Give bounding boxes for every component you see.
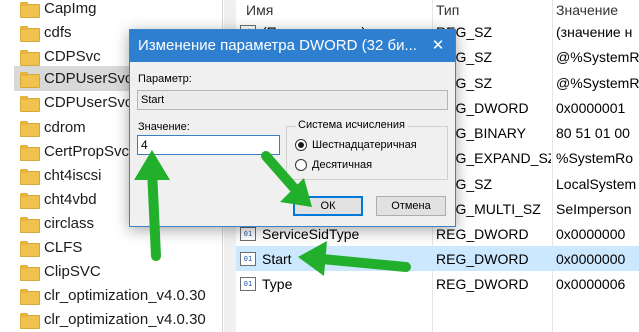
tree-item-cht4vbd[interactable]: cht4vbd — [20, 187, 97, 212]
folder-icon — [20, 312, 40, 329]
value-data: LocalSystem — [556, 175, 637, 192]
folder-icon — [20, 288, 40, 305]
value-data: 0x0000000 — [556, 250, 626, 267]
value-data: @%SystemR — [556, 74, 639, 91]
dialog-title: Изменение параметра DWORD (32 би... — [138, 37, 417, 54]
column-header-name[interactable]: Имя — [246, 0, 273, 20]
radio-unselected-icon[interactable] — [295, 159, 307, 171]
folder-icon — [20, 120, 40, 137]
value-data: %SystemRo — [556, 149, 634, 166]
registry-value-icon: 01 — [240, 226, 256, 241]
value-data: 80 51 01 00 — [556, 124, 630, 141]
folder-icon — [20, 264, 40, 281]
folder-icon — [20, 216, 40, 233]
folder-icon — [20, 168, 40, 185]
folder-icon — [20, 95, 40, 112]
value-data-input[interactable]: 4 — [137, 135, 280, 155]
radio-hex-label: Шестнадцатеричная — [312, 139, 417, 151]
column-header-type[interactable]: Тип — [436, 0, 459, 20]
folder-icon — [20, 49, 40, 66]
folder-icon — [20, 240, 40, 257]
dialog-titlebar[interactable]: Изменение параметра DWORD (32 би... ✕ — [130, 30, 455, 62]
tree-item-cdpusersvc[interactable]: CDPUserSvc — [20, 90, 132, 115]
tree-item-clipsvc[interactable]: ClipSVC — [20, 259, 101, 284]
value-data: (значение н — [556, 23, 633, 40]
registry-value-icon: 01 — [240, 251, 256, 266]
tree-item-cht4iscsi[interactable]: cht4iscsi — [20, 163, 102, 188]
close-icon[interactable]: ✕ — [427, 34, 449, 56]
value-row-start[interactable]: 01 Start REG_DWORD 0x0000000 — [236, 246, 639, 271]
folder-icon — [20, 71, 40, 88]
value-data: SeImperson — [556, 200, 632, 217]
value-type: REG_DWORD — [436, 250, 529, 267]
value-data: 0x0000006 — [556, 275, 626, 292]
value-label: Значение: — [138, 121, 190, 133]
ok-button[interactable]: ОК — [293, 196, 363, 216]
param-label: Параметр: — [138, 73, 192, 85]
value-name: Start — [262, 250, 292, 267]
value-data: 0x0000000 — [556, 225, 626, 242]
cancel-button[interactable]: Отмена — [376, 196, 446, 216]
value-row-type[interactable]: 01 Type REG_DWORD 0x0000006 — [236, 271, 639, 296]
base-groupbox: Система исчисления Шестнадцатеричная Дес… — [286, 119, 448, 180]
folder-icon — [20, 25, 40, 42]
folder-icon — [20, 1, 40, 18]
folder-icon — [20, 144, 40, 161]
value-data: @%SystemR — [556, 48, 639, 65]
tree-item-clfs[interactable]: CLFS — [20, 235, 82, 260]
registry-value-icon: 01 — [240, 276, 256, 291]
column-header-data[interactable]: Значение — [556, 0, 618, 20]
radio-hex[interactable]: Шестнадцатеричная — [295, 137, 417, 153]
edit-dword-dialog[interactable]: Изменение параметра DWORD (32 би... ✕ Па… — [129, 29, 456, 227]
value-name: Type — [262, 275, 293, 292]
base-label: Система исчисления — [296, 119, 407, 131]
value-type: REG_DWORD — [436, 275, 529, 292]
tree-item-certpropsvc[interactable]: CertPropSvc — [20, 139, 129, 164]
tree-item-cdfs[interactable]: cdfs — [20, 20, 72, 45]
value-data: 0x0000001 — [556, 99, 626, 116]
tree-item-clr-optimization-1[interactable]: clr_optimization_v4.0.30 — [20, 283, 206, 308]
radio-selected-icon[interactable] — [295, 139, 307, 151]
value-name: ServiceSidType — [262, 225, 360, 242]
param-name-field: Start — [137, 90, 448, 110]
tree-item-clr-optimization-2[interactable]: clr_optimization_v4.0.30 — [20, 307, 206, 332]
tree-item-cdrom[interactable]: cdrom — [20, 115, 86, 140]
folder-icon — [20, 192, 40, 209]
radio-dec[interactable]: Десятичная — [295, 157, 372, 173]
radio-dec-label: Десятичная — [312, 159, 373, 171]
tree-item-circlass[interactable]: circlass — [20, 211, 94, 236]
tree-item-capimg[interactable]: CapImg — [20, 0, 97, 21]
